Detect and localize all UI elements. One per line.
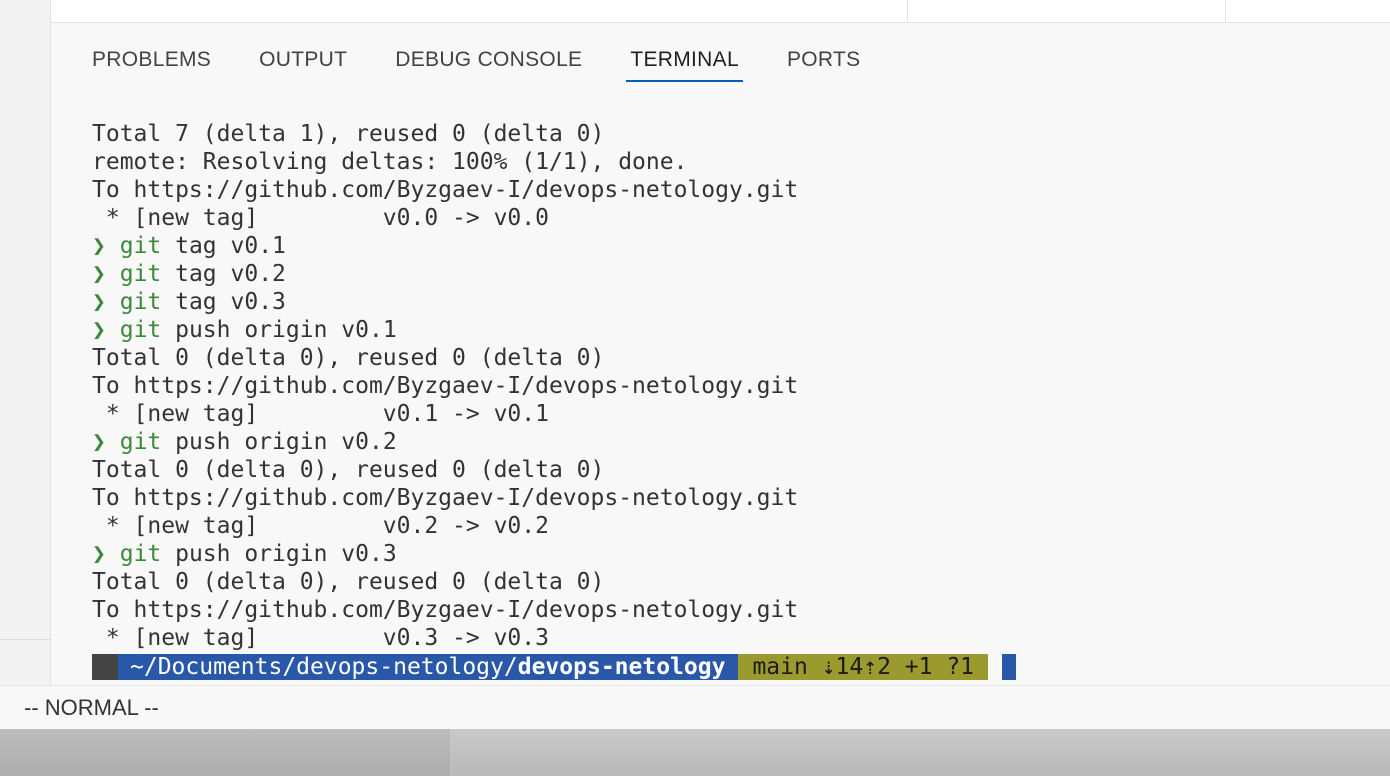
prompt-arrow-icon: ❯ (92, 233, 106, 259)
command-name: git (119, 289, 162, 315)
terminal-cursor (1002, 654, 1017, 680)
bottom-panel: PROBLEMS OUTPUT DEBUG CONSOLE TERMINAL P… (51, 23, 1390, 685)
dock-segment (0, 729, 450, 776)
editor-split-divider[interactable] (1225, 0, 1226, 22)
terminal-command-line: ❯ git push origin v0.1 (92, 316, 1372, 344)
terminal-line: To https://github.com/Byzgaev-I/devops-n… (92, 597, 799, 623)
editor-area[interactable] (51, 0, 1390, 23)
command-args: tag v0.2 (161, 261, 286, 287)
command-name: git (119, 429, 162, 455)
prompt-current-dir: devops-netology (517, 654, 726, 680)
terminal-command-line: ❯ git tag v0.2 (92, 260, 1372, 288)
terminal-command-line: ❯ git push origin v0.3 (92, 540, 1372, 568)
tab-ports[interactable]: PORTS (787, 47, 860, 83)
vim-mode-indicator: -- NORMAL -- (24, 695, 159, 720)
prompt-arrow-icon: ❯ (92, 261, 106, 287)
command-name: git (119, 541, 162, 567)
terminal-line: To https://github.com/Byzgaev-I/devops-n… (92, 177, 799, 203)
tab-problems[interactable]: PROBLEMS (92, 47, 211, 83)
terminal-line: To https://github.com/Byzgaev-I/devops-n… (92, 373, 799, 399)
command-name: git (119, 261, 162, 287)
dock-area (0, 729, 1390, 776)
terminal-command-line: ❯ git tag v0.1 (92, 232, 1372, 260)
terminal-line: Total 0 (delta 0), reused 0 (delta 0) (92, 457, 605, 483)
prompt-arrow-icon: ❯ (92, 289, 106, 315)
tab-output[interactable]: OUTPUT (259, 47, 347, 83)
panel-tabs: PROBLEMS OUTPUT DEBUG CONSOLE TERMINAL P… (92, 47, 908, 83)
apple-icon (92, 654, 118, 680)
tab-debug-console[interactable]: DEBUG CONSOLE (395, 47, 582, 83)
prompt-path-prefix: ~/Documents/devops-netology/ (130, 654, 518, 680)
command-args: tag v0.1 (161, 233, 286, 259)
command-args: push origin v0.1 (161, 317, 397, 343)
git-branch: main (752, 654, 808, 680)
vim-mode-bar: -- NORMAL -- (0, 685, 1390, 729)
editor-split-divider[interactable] (907, 0, 908, 22)
command-args: tag v0.3 (161, 289, 286, 315)
terminal-command-line: ❯ git tag v0.3 (92, 288, 1372, 316)
prompt-path-segment: ~/Documents/devops-netology/devops-netol… (118, 654, 739, 680)
prompt-arrow-icon: ❯ (92, 541, 106, 567)
prompt-arrow-icon: ❯ (92, 429, 106, 455)
prompt-git-segment: main ⇣14⇡2 +1 ?1 (738, 654, 989, 680)
terminal-line: Total 0 (delta 0), reused 0 (delta 0) (92, 345, 605, 371)
shell-prompt: ~/Documents/devops-netology/devops-netol… (92, 654, 1017, 680)
terminal-line: * [new tag] v0.3 -> v0.3 (92, 625, 549, 651)
terminal-line: * [new tag] v0.1 -> v0.1 (92, 401, 549, 427)
prompt-arrow-icon: ❯ (92, 317, 106, 343)
git-status: ⇣14⇡2 +1 ?1 (821, 654, 975, 680)
activity-bar-divider (0, 639, 50, 640)
terminal-line: * [new tag] v0.2 -> v0.2 (92, 513, 549, 539)
terminal-line: * [new tag] v0.0 -> v0.0 (92, 205, 549, 231)
command-args: push origin v0.3 (161, 541, 397, 567)
terminal-line: To https://github.com/Byzgaev-I/devops-n… (92, 485, 799, 511)
terminal-line: remote: Resolving deltas: 100% (1/1), do… (92, 149, 688, 175)
tab-terminal[interactable]: TERMINAL (626, 47, 743, 83)
activity-bar (0, 0, 51, 685)
command-name: git (119, 233, 162, 259)
terminal-line: Total 7 (delta 1), reused 0 (delta 0) (92, 121, 605, 147)
command-name: git (119, 317, 162, 343)
terminal-line: Total 0 (delta 0), reused 0 (delta 0) (92, 569, 605, 595)
terminal-command-line: ❯ git push origin v0.2 (92, 428, 1372, 456)
command-args: push origin v0.2 (161, 429, 397, 455)
terminal-output[interactable]: Total 7 (delta 1), reused 0 (delta 0) re… (92, 120, 1372, 652)
